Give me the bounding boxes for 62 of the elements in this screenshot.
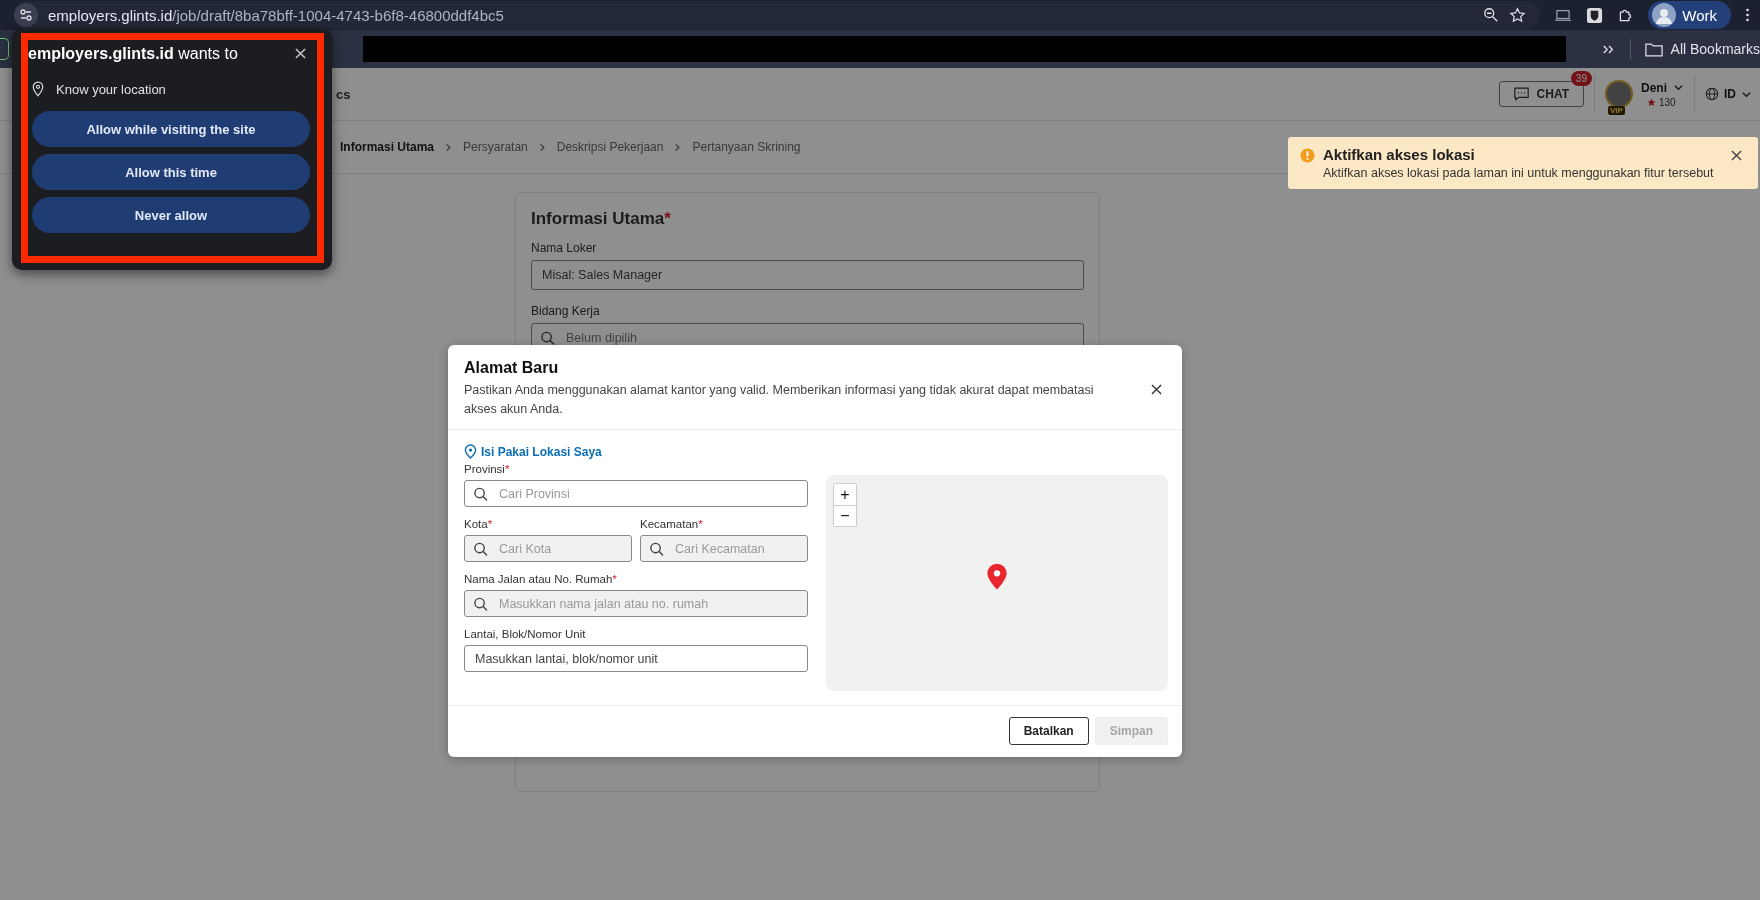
- points-count: 130: [1659, 96, 1676, 108]
- star-icon[interactable]: [1509, 6, 1527, 24]
- breadcrumb-item[interactable]: Informasi Utama: [340, 140, 435, 154]
- permission-button[interactable]: Never allow: [32, 197, 310, 233]
- field-label: Nama Loker: [531, 241, 598, 255]
- location-pin-icon: [32, 81, 44, 97]
- chevrons-icon[interactable]: [1601, 43, 1616, 55]
- popup-title: employers.glints.id wants to: [28, 44, 238, 63]
- dialog-description: Pastikan Anda menggunakan alamat kantor yang valid. Memberikan informasi yang tidak akurat dapat membatasi akses akun Anda.: [464, 382, 1095, 418]
- breadcrumb-item[interactable]: Deskripsi Pekerjaan: [556, 140, 664, 154]
- input-field[interactable]: Masukkan lantai, blok/nomor unit: [464, 645, 808, 672]
- location-pin-icon: [464, 444, 477, 459]
- use-my-location-link[interactable]: Isi Pakai Lokasi Saya: [464, 444, 602, 459]
- chevron-icon: [673, 142, 683, 152]
- permission-text: Know your location: [56, 81, 166, 97]
- caret-icon[interactable]: [1673, 82, 1684, 93]
- zoom-out-icon[interactable]: [1483, 7, 1500, 23]
- zoom-out-button[interactable]: −: [834, 505, 856, 526]
- toast-message: Aktifkan akses lokasi pada laman ini untuk menggunakan fitur tersebut: [1323, 166, 1715, 180]
- field-label: Lantai, Blok/Nomor Unit: [464, 628, 587, 640]
- avatar-icon: [1652, 3, 1677, 27]
- toast-title: Aktifkan akses lokasi: [1323, 146, 1476, 163]
- section-title: Informasi Utama*: [531, 209, 672, 229]
- close-icon: [1151, 383, 1162, 395]
- vip-badge: VIP: [1608, 106, 1625, 115]
- nav-link[interactable]: cs: [336, 86, 351, 102]
- tab-group-chip[interactable]: [0, 38, 9, 60]
- map-pin-icon: [985, 562, 1009, 592]
- user-name[interactable]: Deni: [1641, 80, 1667, 95]
- search-field[interactable]: Cari Provinsi: [464, 480, 808, 507]
- cancel-button[interactable]: Batalkan: [1008, 717, 1089, 745]
- field-label: Kota*: [464, 518, 494, 530]
- globe-icon: [1705, 87, 1719, 101]
- field-label: Provinsi*: [464, 463, 511, 475]
- breadcrumb-item[interactable]: Persyaratan: [463, 140, 528, 154]
- input-field[interactable]: Misal: Sales Manager: [531, 260, 1084, 290]
- shield-icon[interactable]: [1586, 6, 1604, 24]
- map-area[interactable]: + −: [826, 475, 1168, 691]
- site-settings-icon[interactable]: [14, 3, 38, 27]
- folder-icon: [1644, 41, 1663, 57]
- language-selector[interactable]: ID: [1724, 87, 1736, 101]
- field-label: Nama Jalan atau No. Rumah*: [464, 573, 618, 585]
- profile-button[interactable]: Work: [1648, 1, 1731, 29]
- chevron-icon: [444, 142, 454, 152]
- field-label: Kecamatan*: [640, 518, 704, 530]
- laptop-icon[interactable]: [1554, 8, 1573, 22]
- count-badge: 39: [1570, 71, 1592, 86]
- chat-icon: [1513, 87, 1529, 101]
- field-label: Bidang Kerja: [531, 304, 601, 318]
- warning-icon: [1300, 148, 1315, 163]
- chat-button[interactable]: CHAT: [1498, 81, 1584, 107]
- permission-button[interactable]: Allow while visiting the site: [32, 111, 310, 147]
- permission-button[interactable]: Allow this time: [32, 154, 310, 190]
- close-icon: [1731, 150, 1742, 161]
- address-url[interactable]: employers.glints.id/job/draft/8ba78bff-1004-4743-b6f8-46800ddf4bc5: [48, 6, 504, 24]
- close-icon: [295, 48, 306, 59]
- all-bookmarks-button[interactable]: All Bookmarks: [1644, 41, 1760, 57]
- breadcrumb-item[interactable]: Pertanyaan Skrining: [692, 140, 801, 154]
- menu-icon[interactable]: [1745, 7, 1750, 23]
- user-avatar[interactable]: [1605, 80, 1633, 108]
- star-icon: [1647, 97, 1656, 107]
- dialog-title: Alamat Baru: [464, 359, 560, 377]
